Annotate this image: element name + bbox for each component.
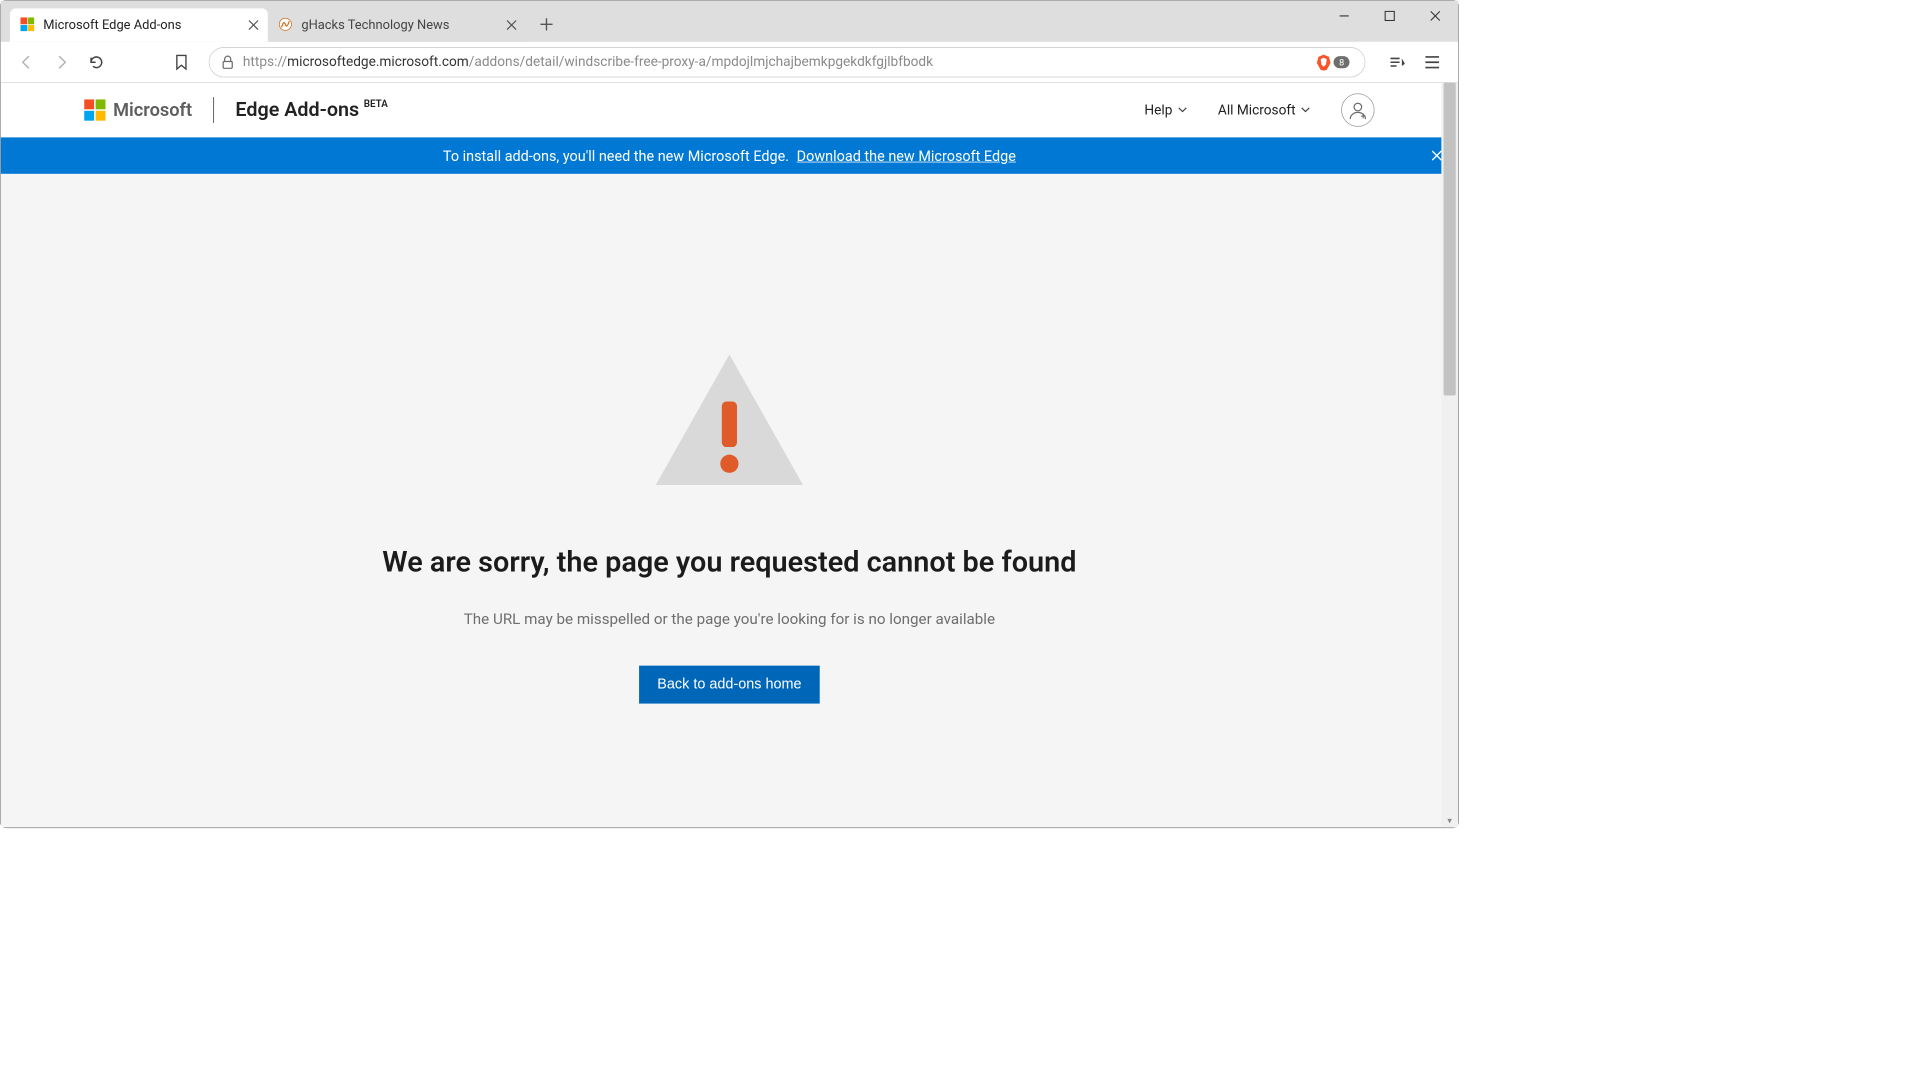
minimize-button[interactable] [1321, 1, 1367, 31]
all-microsoft-menu[interactable]: All Microsoft [1218, 102, 1311, 118]
brave-lion-icon [1316, 53, 1333, 71]
vertical-scrollbar[interactable]: ▾ [1441, 83, 1458, 828]
site-header: Microsoft Edge Add-onsBETA Help All Micr… [1, 83, 1458, 138]
tab-ghacks[interactable]: gHacks Technology News [268, 8, 526, 41]
tab-strip: Microsoft Edge Add-ons gHacks Technology… [1, 1, 1458, 42]
ms-grid-icon [84, 99, 105, 120]
help-menu[interactable]: Help [1144, 102, 1187, 118]
bookmark-button[interactable] [166, 47, 196, 77]
tab-label: gHacks Technology News [301, 17, 449, 32]
scrollbar-thumb[interactable] [1444, 83, 1456, 396]
menu-button[interactable] [1417, 47, 1447, 77]
brave-block-count: 8 [1334, 56, 1350, 68]
tab-edge-addons[interactable]: Microsoft Edge Add-ons [10, 8, 268, 41]
address-bar[interactable]: https://microsoftedge.microsoft.com/addo… [209, 47, 1366, 77]
close-icon[interactable] [248, 20, 259, 31]
divider [213, 97, 214, 123]
back-to-home-button[interactable]: Back to add-ons home [639, 666, 820, 704]
beta-badge: BETA [364, 99, 388, 110]
download-edge-link[interactable]: Download the new Microsoft Edge [797, 147, 1016, 164]
microsoft-logo[interactable]: Microsoft [84, 99, 192, 120]
scroll-down-arrow[interactable]: ▾ [1444, 815, 1456, 826]
forward-button[interactable] [46, 47, 76, 77]
lock-icon [222, 55, 234, 69]
close-window-button[interactable] [1412, 1, 1458, 31]
ms-grid-icon [20, 17, 35, 32]
chevron-down-icon [1177, 106, 1188, 114]
close-icon[interactable] [506, 20, 517, 31]
back-button[interactable] [11, 47, 41, 77]
reload-button[interactable] [81, 47, 111, 77]
warning-icon [650, 348, 809, 492]
brand-label: Microsoft [113, 99, 192, 120]
account-button[interactable] [1341, 93, 1374, 126]
page-viewport: Microsoft Edge Add-onsBETA Help All Micr… [1, 83, 1458, 828]
tab-label: Microsoft Edge Add-ons [43, 17, 181, 32]
error-content: We are sorry, the page you requested can… [1, 174, 1458, 827]
install-banner: To install add-ons, you'll need the new … [1, 137, 1458, 173]
product-title[interactable]: Edge Add-onsBETA [235, 99, 387, 122]
ghacks-icon [279, 17, 294, 32]
chevron-down-icon [1300, 106, 1311, 114]
user-icon [1348, 100, 1368, 120]
maximize-button[interactable] [1367, 1, 1413, 31]
error-subtext: The URL may be misspelled or the page yo… [464, 609, 995, 627]
window-controls [1321, 1, 1458, 31]
url-text: https://microsoftedge.microsoft.com/addo… [243, 54, 933, 70]
banner-text: To install add-ons, you'll need the new … [443, 147, 789, 164]
new-tab-button[interactable] [531, 8, 563, 40]
brave-shield-button[interactable]: 8 [1316, 53, 1353, 71]
browser-toolbar: https://microsoftedge.microsoft.com/addo… [1, 42, 1458, 83]
media-control-button[interactable] [1382, 47, 1412, 77]
error-heading: We are sorry, the page you requested can… [382, 546, 1076, 579]
